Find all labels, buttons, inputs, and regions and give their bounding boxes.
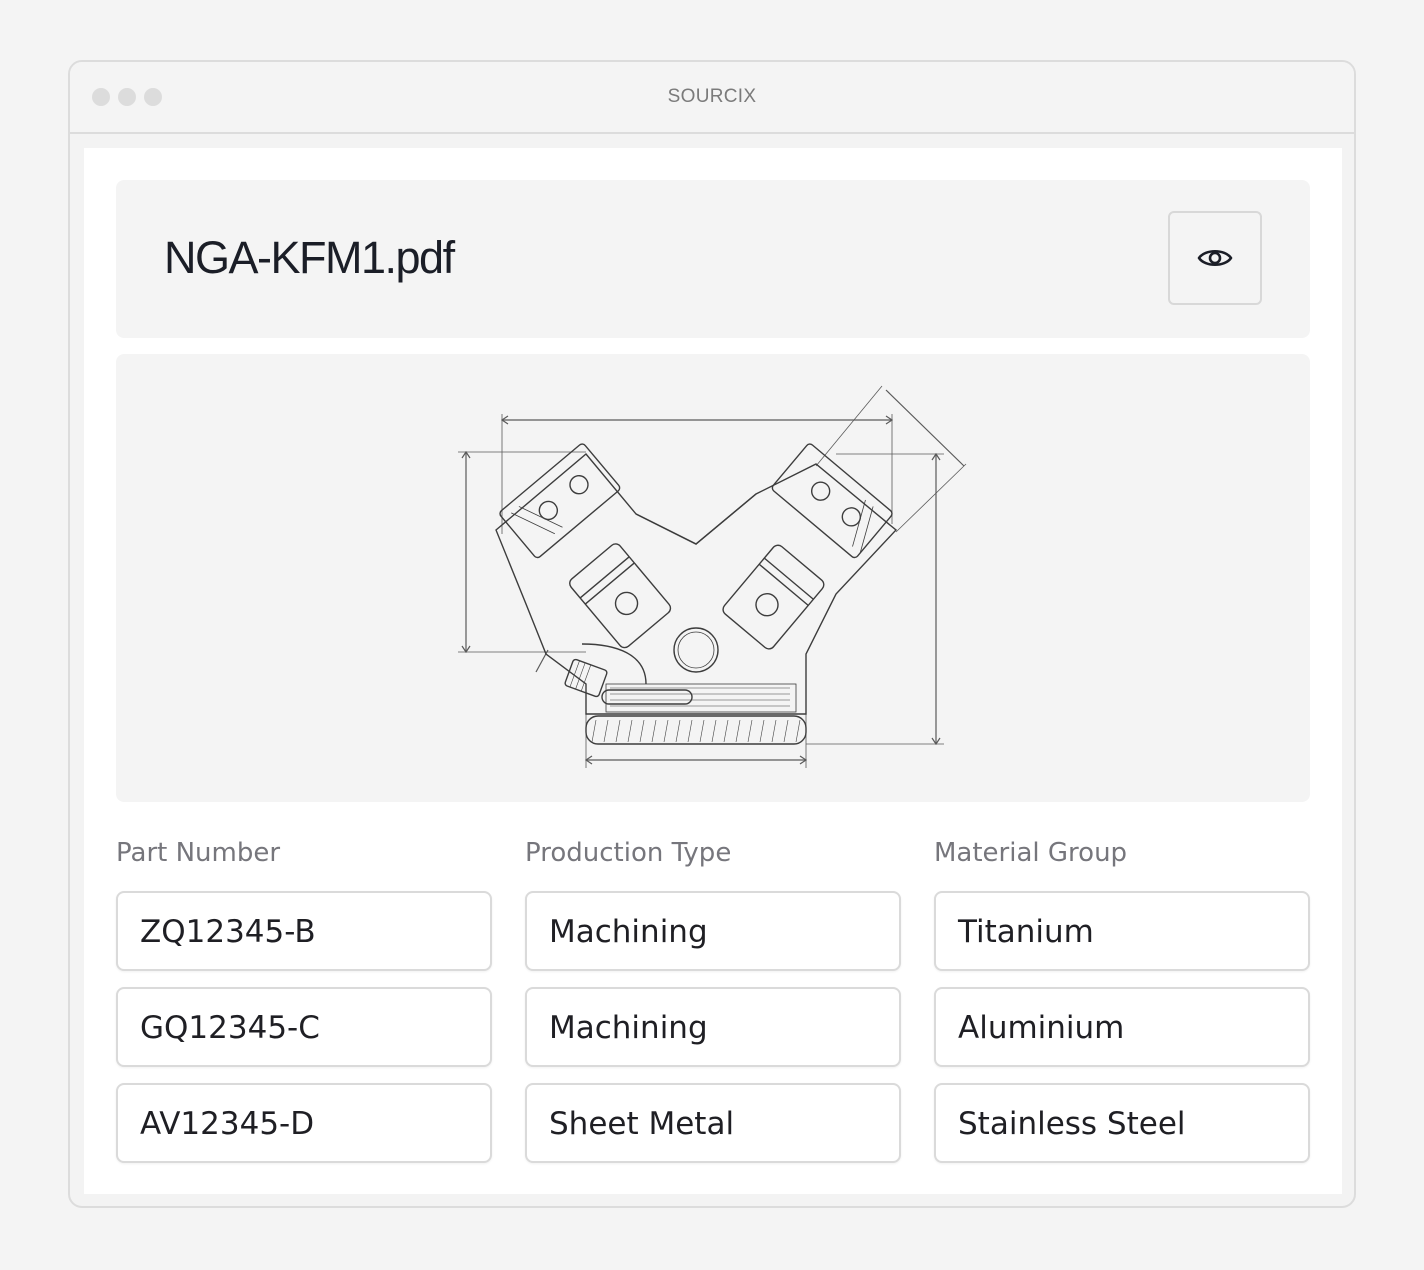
eye-icon xyxy=(1197,249,1233,267)
production-type-value: Machining xyxy=(549,914,708,950)
material-group-value: Titanium xyxy=(958,914,1094,950)
main-content: NGA-KFM1.pdf Part Number Production Type… xyxy=(84,148,1342,1194)
file-name: NGA-KFM1.pdf xyxy=(164,232,455,283)
part-number-value: GQ12345-C xyxy=(140,1010,320,1046)
production-type-field[interactable]: Sheet Metal xyxy=(525,1083,901,1163)
technical-drawing-panel xyxy=(116,354,1310,802)
production-type-value: Sheet Metal xyxy=(549,1106,735,1142)
part-number-field[interactable]: ZQ12345-B xyxy=(116,891,492,971)
material-group-value: Aluminium xyxy=(958,1010,1125,1046)
technical-drawing xyxy=(458,385,967,768)
material-group-field[interactable]: Stainless Steel xyxy=(934,1083,1310,1163)
part-number-field[interactable]: AV12345-D xyxy=(116,1083,492,1163)
file-header: NGA-KFM1.pdf xyxy=(116,180,1310,338)
production-type-field[interactable]: Machining xyxy=(525,891,901,971)
app-window: SOURCIX NGA-KFM1.pdf Part Number Product… xyxy=(68,60,1356,1208)
part-number-value: AV12345-D xyxy=(140,1106,315,1142)
material-group-field[interactable]: Titanium xyxy=(934,891,1310,971)
part-number-label: Part Number xyxy=(116,838,281,868)
window-title: SOURCIX xyxy=(667,86,757,107)
material-group-value: Stainless Steel xyxy=(958,1106,1186,1142)
part-number-field[interactable]: GQ12345-C xyxy=(116,987,492,1067)
part-number-value: ZQ12345-B xyxy=(140,914,316,950)
material-group-label: Material Group xyxy=(934,838,1128,868)
preview-button[interactable] xyxy=(1168,211,1262,305)
window-titlebar: SOURCIX xyxy=(70,62,1354,134)
production-type-value: Machining xyxy=(549,1010,708,1046)
production-type-label: Production Type xyxy=(525,838,732,868)
production-type-field[interactable]: Machining xyxy=(525,987,901,1067)
material-group-field[interactable]: Aluminium xyxy=(934,987,1310,1067)
